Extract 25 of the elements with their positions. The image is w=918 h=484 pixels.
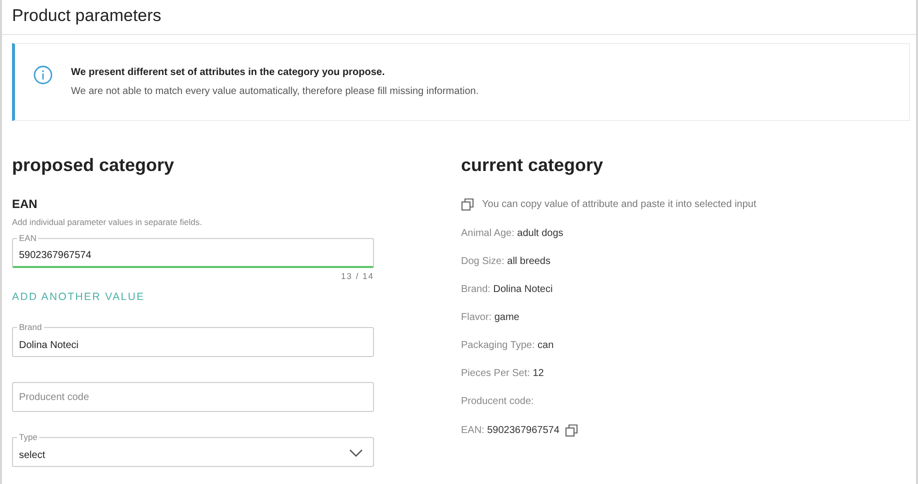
character-counter: 13 / 14 <box>341 271 374 281</box>
attribute-text: Flavor: game <box>461 312 520 323</box>
attribute-text: Brand: Dolina Noteci <box>461 284 553 295</box>
chevron-down-icon <box>349 449 363 457</box>
group-title: EAN <box>12 197 38 211</box>
field-label: Brand <box>17 321 44 333</box>
notice-heading: We present different set of attributes in the category you propose. <box>71 67 386 78</box>
field-label: EAN <box>17 232 38 244</box>
attribute-text: Animal Age: adult dogs <box>461 228 564 239</box>
attribute-text: Pieces Per Set: 12 <box>461 368 544 379</box>
attribute-text: Packaging Type: can <box>461 340 554 351</box>
info-icon <box>33 65 53 85</box>
input-field[interactable]: Producent code <box>12 382 374 412</box>
section-heading: proposed category <box>12 155 174 176</box>
section-heading: current category <box>461 155 604 176</box>
notice-text: We are not able to match every value automatically, therefore please fill missing information. <box>71 86 479 97</box>
copy-hint: You can copy value of attribute and paste it into selected input <box>482 199 756 210</box>
page-title: Product parameters <box>12 6 162 25</box>
field-label: Type <box>17 431 40 443</box>
attribute-text: EAN: 5902367967574 <box>461 425 560 436</box>
copy-icon <box>461 198 474 211</box>
copy-icon[interactable] <box>565 424 578 437</box>
group-hint: Add individual parameter values in separate fields. <box>12 217 202 227</box>
attribute-text: Producent code: <box>461 396 534 407</box>
attribute-text: Dog Size: all breeds <box>461 256 550 267</box>
